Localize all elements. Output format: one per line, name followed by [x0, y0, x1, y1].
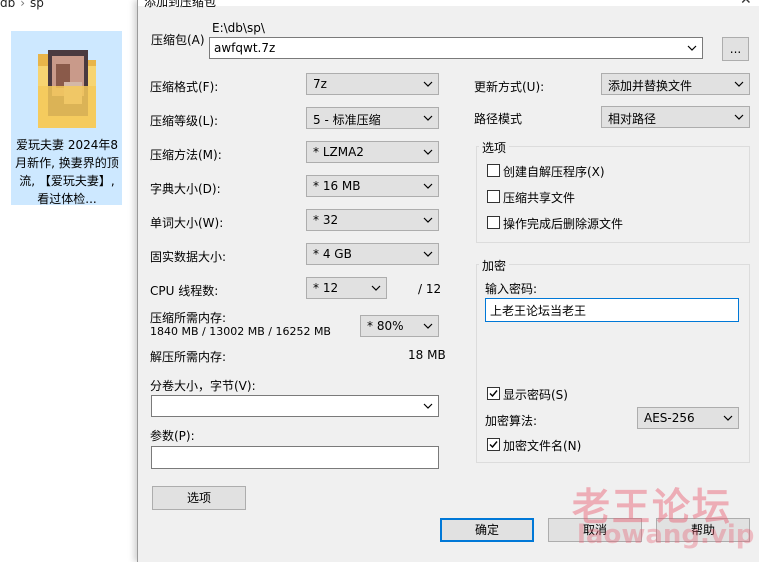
decomp-label: 解压所需内存: — [150, 350, 227, 364]
encryption-group-title: 加密 — [479, 257, 510, 274]
delete-after-checkbox[interactable] — [487, 216, 500, 229]
options-button[interactable]: 选项 — [152, 486, 246, 510]
folder-icon — [38, 50, 96, 128]
cpu-value: * 12 — [313, 281, 339, 295]
solid-value: * 4 GB — [313, 247, 352, 261]
archive-name-combo[interactable]: awfqwt.7z — [209, 37, 703, 59]
chevron-down-icon — [423, 81, 433, 87]
path-mode-value: 相对路径 — [608, 112, 657, 126]
method-select[interactable]: * LZMA2 — [306, 141, 439, 163]
params-label: 参数(P): — [150, 429, 195, 443]
encrypt-names-label[interactable]: 加密文件名(N) — [503, 437, 581, 454]
sfx-checkbox[interactable] — [487, 164, 500, 177]
checkmark-icon — [489, 441, 498, 449]
browse-button[interactable]: ... — [722, 37, 749, 61]
breadcrumb-separator-icon: › — [20, 0, 26, 10]
archive-label: 压缩包(A) — [151, 33, 205, 47]
checkmark-icon — [489, 390, 498, 398]
title-bar — [138, 0, 759, 6]
chevron-down-icon — [734, 81, 744, 87]
update-value: 添加并替换文件 — [608, 79, 693, 93]
mem-value: * 80% — [367, 319, 404, 333]
word-label: 单词大小(W): — [150, 216, 224, 230]
breadcrumb-item[interactable]: db — [0, 0, 15, 10]
solid-select[interactable]: * 4 GB — [306, 243, 439, 265]
breadcrumb-item[interactable]: sp — [30, 0, 44, 10]
word-value: * 32 — [313, 213, 339, 227]
share-checkbox[interactable] — [487, 190, 500, 203]
dialog-title: 添加到压缩包 — [144, 0, 217, 9]
watermark-url: laowang.vip — [577, 520, 755, 550]
chevron-down-icon — [371, 285, 381, 291]
show-password-checkbox[interactable] — [487, 387, 500, 400]
split-label: 分卷大小，字节(V): — [150, 379, 256, 393]
dict-label: 字典大小(D): — [150, 182, 221, 196]
explorer-background: db › sp 爱玩夫妻 2024年8月新作, 换妻界的顶流, 【爱玩夫妻】, 看过… — [0, 0, 137, 562]
decomp-value: 18 MB — [408, 348, 446, 362]
share-label[interactable]: 压缩共享文件 — [503, 189, 575, 206]
file-item[interactable]: 爱玩夫妻 2024年8月新作, 换妻界的顶流, 【爱玩夫妻】, 看过体检... — [11, 31, 122, 206]
level-label: 压缩等级(L): — [150, 114, 219, 128]
chevron-down-icon — [423, 115, 433, 121]
chevron-down-icon — [423, 149, 433, 155]
path-mode-select[interactable]: 相对路径 — [601, 106, 750, 128]
method-label: 压缩方法(M): — [150, 148, 222, 162]
dict-value: * 16 MB — [313, 179, 361, 193]
breadcrumb: db › sp — [0, 0, 44, 10]
params-input[interactable] — [151, 446, 439, 469]
chevron-down-icon — [723, 415, 733, 421]
file-name: 爱玩夫妻 2024年8月新作, 换妻界的顶流, 【爱玩夫妻】, 看过体检... — [15, 138, 119, 206]
password-label: 输入密码: — [485, 282, 538, 296]
close-icon[interactable]: ✕ — [740, 0, 752, 8]
delete-after-label[interactable]: 操作完成后删除源文件 — [503, 215, 623, 232]
encrypt-names-checkbox[interactable] — [487, 438, 500, 451]
chevron-down-icon — [687, 45, 697, 51]
cpu-total: / 12 — [418, 282, 442, 296]
chevron-down-icon — [734, 114, 744, 120]
mem-select[interactable]: * 80% — [360, 315, 439, 337]
format-select[interactable]: 7z — [306, 73, 439, 95]
mem-label: 压缩所需内存: — [150, 311, 227, 325]
algo-label: 加密算法: — [485, 414, 538, 428]
chevron-down-icon — [423, 403, 433, 409]
update-label: 更新方式(U): — [474, 80, 545, 94]
chevron-down-icon — [423, 217, 433, 223]
level-select[interactable]: 5 - 标准压缩 — [306, 107, 439, 129]
show-password-label[interactable]: 显示密码(S) — [503, 386, 568, 403]
options-group-title: 选项 — [479, 139, 510, 156]
level-value: 5 - 标准压缩 — [313, 113, 381, 127]
chevron-down-icon — [423, 323, 433, 329]
algo-select[interactable]: AES-256 — [637, 407, 739, 429]
mem-detail: 1840 MB / 13002 MB / 16252 MB — [150, 325, 331, 338]
format-value: 7z — [313, 77, 327, 91]
dict-select[interactable]: * 16 MB — [306, 175, 439, 197]
sfx-label[interactable]: 创建自解压程序(X) — [503, 163, 605, 180]
cpu-label: CPU 线程数: — [150, 284, 219, 298]
chevron-down-icon — [423, 251, 433, 257]
chevron-down-icon — [423, 183, 433, 189]
format-label: 压缩格式(F): — [150, 80, 219, 94]
split-combo[interactable] — [151, 395, 439, 417]
word-select[interactable]: * 32 — [306, 209, 439, 231]
password-input[interactable]: 上老王论坛当老王 — [485, 298, 739, 322]
archive-path: E:\db\sp\ — [212, 21, 265, 35]
solid-label: 固实数据大小: — [150, 250, 227, 264]
archive-name-value: awfqwt.7z — [214, 41, 276, 55]
path-mode-label: 路径模式 — [474, 112, 523, 126]
algo-value: AES-256 — [644, 411, 695, 425]
cpu-select[interactable]: * 12 — [306, 277, 387, 299]
password-value: 上老王论坛当老王 — [490, 304, 587, 318]
method-value: * LZMA2 — [313, 145, 364, 159]
ok-button[interactable]: 确定 — [440, 518, 534, 542]
update-select[interactable]: 添加并替换文件 — [601, 73, 750, 95]
